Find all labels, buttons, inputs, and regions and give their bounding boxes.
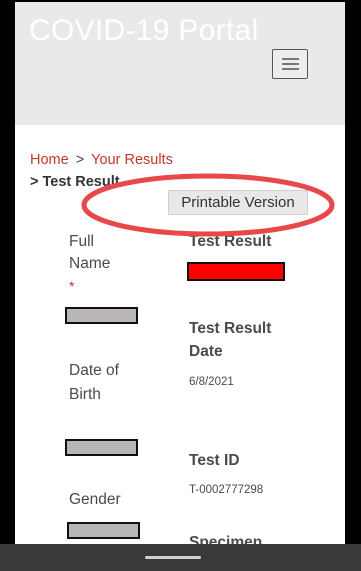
gender-redacted-value: [67, 522, 140, 539]
dob-redacted-value: [65, 439, 138, 456]
test-result-date-value: 6/8/2021: [189, 376, 234, 388]
phone-screen: COVID-19 Portal Home > Your Results > Test…: [0, 0, 361, 571]
app-title: COVID-19 Portal: [29, 14, 259, 47]
hamburger-menu-icon[interactable]: [272, 49, 308, 79]
dob-label-line2: Birth: [69, 386, 101, 403]
breadcrumb-current: > Test Result: [30, 174, 120, 190]
dob-label-line1: Date of: [69, 362, 119, 379]
full-name-label-line1: Full: [69, 233, 94, 250]
test-result-date-label-line1: Test Result: [189, 320, 272, 337]
breadcrumb-home-link[interactable]: Home: [30, 152, 69, 168]
test-result-redacted-value: [187, 262, 285, 281]
breadcrumb: Home > Your Results: [30, 152, 173, 168]
home-gesture-handle[interactable]: [145, 556, 201, 559]
app-header: COVID-19 Portal: [15, 2, 345, 125]
full-name-label-line2: Name: [69, 255, 111, 272]
full-name-redacted-value: [65, 307, 138, 324]
test-id-value: T-0002777298: [189, 484, 264, 496]
printable-version-button[interactable]: Printable Version: [168, 190, 308, 215]
test-result-label: Test Result: [189, 233, 272, 250]
test-id-label: Test ID: [189, 452, 240, 469]
breadcrumb-your-results-link[interactable]: Your Results: [91, 152, 173, 168]
required-marker: *: [69, 278, 75, 294]
system-navigation-bar: [0, 544, 361, 571]
test-result-date-label-line2: Date: [189, 343, 223, 360]
breadcrumb-separator: >: [75, 152, 85, 168]
gender-label: Gender: [69, 491, 121, 508]
